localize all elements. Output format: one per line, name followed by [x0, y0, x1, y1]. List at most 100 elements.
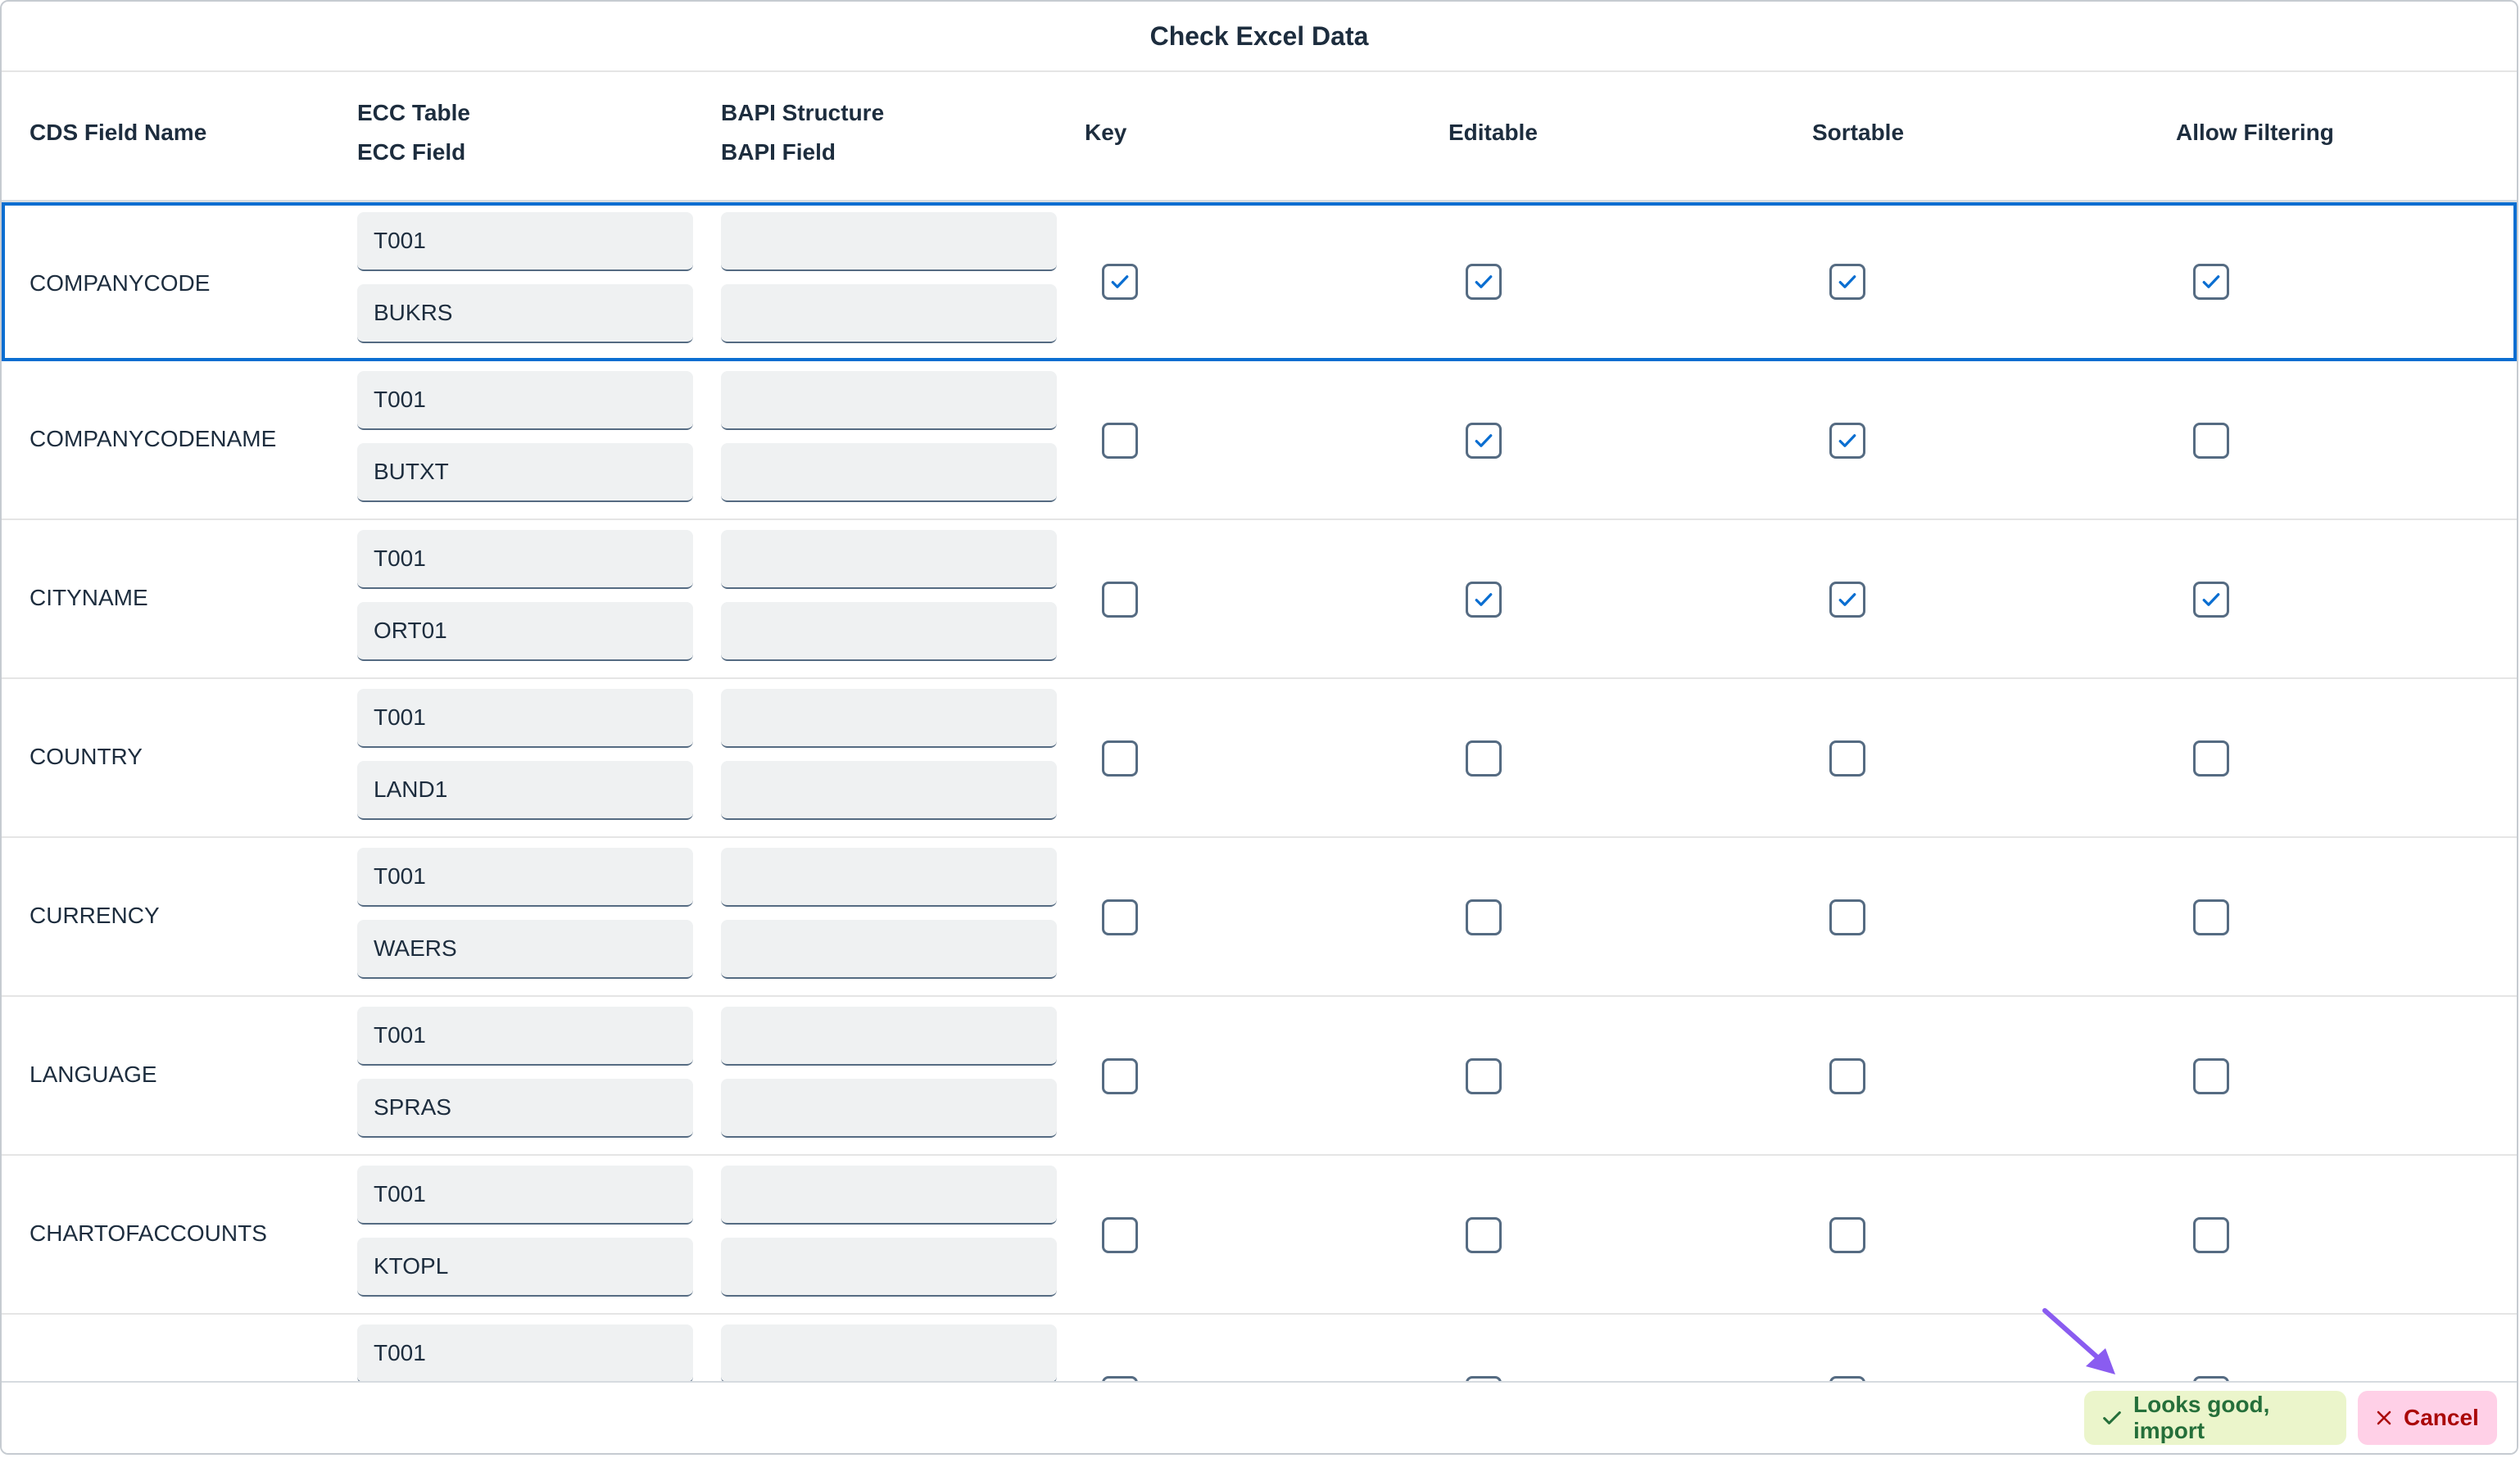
cds-field-name: COUNTRY — [29, 744, 143, 769]
editable-checkbox[interactable] — [1466, 899, 1502, 935]
editable-checkbox[interactable] — [1466, 1058, 1502, 1094]
ecc-table-input[interactable]: T001 — [357, 689, 693, 748]
sortable-checkbox[interactable] — [1829, 899, 1865, 935]
key-checkbox[interactable] — [1102, 1058, 1138, 1094]
bapi-field-input[interactable] — [721, 284, 1057, 343]
checkmark-icon — [2202, 275, 2220, 288]
ecc-field-input[interactable]: SPRAS — [357, 1079, 693, 1138]
header-ecc-field: ECC Field — [357, 139, 466, 165]
cds-field-name: CURRENCY — [29, 903, 160, 928]
filter-checkbox[interactable] — [2193, 1217, 2229, 1253]
ecc-field-input[interactable]: WAERS — [357, 920, 693, 979]
key-checkbox[interactable] — [1102, 264, 1138, 300]
bapi-field-input[interactable] — [721, 920, 1057, 979]
cancel-button-label: Cancel — [2404, 1405, 2479, 1430]
ecc-table-input[interactable]: T001 — [357, 848, 693, 907]
key-checkbox[interactable] — [1102, 899, 1138, 935]
ecc-field-input[interactable]: BUTXT — [357, 443, 693, 502]
bapi-structure-input[interactable] — [721, 1324, 1057, 1383]
header-key: Key — [1085, 120, 1127, 145]
checkmark-icon — [1838, 593, 1856, 606]
editable-checkbox[interactable] — [1466, 1217, 1502, 1253]
table-row[interactable]: CURRENCY T001 WAERS — [2, 838, 2517, 997]
bapi-structure-input[interactable] — [721, 530, 1057, 589]
ecc-field-input[interactable]: ORT01 — [357, 602, 693, 661]
ecc-table-input[interactable]: T001 — [357, 1324, 693, 1383]
cancel-button[interactable]: Cancel — [2358, 1391, 2497, 1445]
ecc-table-input[interactable]: T001 — [357, 1166, 693, 1225]
bapi-field-input[interactable] — [721, 761, 1057, 820]
sortable-checkbox[interactable] — [1829, 582, 1865, 618]
editable-checkbox[interactable] — [1466, 264, 1502, 300]
editable-checkbox[interactable] — [1466, 740, 1502, 777]
ecc-field-input[interactable]: LAND1 — [357, 761, 693, 820]
key-checkbox[interactable] — [1102, 423, 1138, 459]
table-row[interactable]: COMPANYCODENAME T001 BUTXT — [2, 361, 2517, 520]
filter-checkbox[interactable] — [2193, 1058, 2229, 1094]
ecc-field-input[interactable]: BUKRS — [357, 284, 693, 343]
ecc-table-input[interactable]: T001 — [357, 212, 693, 271]
table-row[interactable]: COUNTRY T001 LAND1 — [2, 679, 2517, 838]
checkmark-icon — [1838, 275, 1856, 288]
sortable-checkbox[interactable] — [1829, 740, 1865, 777]
check-icon — [2101, 1406, 2123, 1429]
import-button-label: Looks good, import — [2133, 1392, 2270, 1443]
filter-checkbox[interactable] — [2193, 423, 2229, 459]
sortable-checkbox[interactable] — [1829, 1058, 1865, 1094]
cds-field-name: LANGUAGE — [29, 1062, 157, 1087]
filter-checkbox[interactable] — [2193, 740, 2229, 777]
dialog-footer: Looks good, import Cancel — [2, 1381, 2517, 1453]
header-bapi-field: BAPI Field — [721, 139, 836, 165]
header-bapi-structure: BAPI Structure — [721, 100, 885, 125]
sortable-checkbox[interactable] — [1829, 423, 1865, 459]
table-row[interactable]: T001 — [2, 1315, 2517, 1386]
bapi-structure-input[interactable] — [721, 1166, 1057, 1225]
bapi-field-input[interactable] — [721, 443, 1057, 502]
checkmark-icon — [1475, 275, 1493, 288]
table-row[interactable]: CHARTOFACCOUNTS T001 KTOPL — [2, 1156, 2517, 1315]
sortable-checkbox[interactable] — [1829, 264, 1865, 300]
key-checkbox[interactable] — [1102, 740, 1138, 777]
table-row[interactable]: LANGUAGE T001 SPRAS — [2, 997, 2517, 1156]
header-ecc-table: ECC Table — [357, 100, 470, 125]
bapi-field-input[interactable] — [721, 1079, 1057, 1138]
cds-field-name: COMPANYCODENAME — [29, 426, 277, 451]
editable-checkbox[interactable] — [1466, 582, 1502, 618]
filter-checkbox[interactable] — [2193, 582, 2229, 618]
ecc-table-input[interactable]: T001 — [357, 530, 693, 589]
bapi-structure-input[interactable] — [721, 371, 1057, 430]
header-sortable: Sortable — [1812, 120, 1905, 145]
bapi-structure-input[interactable] — [721, 689, 1057, 748]
checkmark-icon — [2202, 593, 2220, 606]
key-checkbox[interactable] — [1102, 1217, 1138, 1253]
dialog-title: Check Excel Data — [1149, 20, 1369, 51]
mapping-table: CDS Field Name ECC Table ECC Field BAPI … — [2, 72, 2517, 1386]
checkmark-icon — [1838, 434, 1856, 447]
ecc-table-input[interactable]: T001 — [357, 371, 693, 430]
dialog-header: Check Excel Data — [2, 2, 2517, 72]
header-allow-filtering: Allow Filtering — [2176, 120, 2334, 145]
bapi-field-input[interactable] — [721, 602, 1057, 661]
cds-field-name: COMPANYCODE — [29, 270, 211, 296]
ecc-field-input[interactable]: KTOPL — [357, 1238, 693, 1297]
filter-checkbox[interactable] — [2193, 264, 2229, 300]
arrow-icon — [2042, 1308, 2115, 1374]
import-button[interactable]: Looks good, import — [2084, 1391, 2346, 1445]
sortable-checkbox[interactable] — [1829, 1217, 1865, 1253]
checkmark-icon — [1475, 434, 1493, 447]
bapi-structure-input[interactable] — [721, 212, 1057, 271]
cds-field-name: CITYNAME — [29, 585, 148, 610]
filter-checkbox[interactable] — [2193, 899, 2229, 935]
checkmark-icon — [1111, 275, 1129, 288]
header-editable: Editable — [1448, 120, 1538, 145]
table-row[interactable]: CITYNAME T001 ORT01 — [2, 520, 2517, 679]
bapi-structure-input[interactable] — [721, 1007, 1057, 1066]
editable-checkbox[interactable] — [1466, 423, 1502, 459]
ecc-table-input[interactable]: T001 — [357, 1007, 693, 1066]
key-checkbox[interactable] — [1102, 582, 1138, 618]
bapi-field-input[interactable] — [721, 1238, 1057, 1297]
bapi-structure-input[interactable] — [721, 848, 1057, 907]
table-row[interactable]: COMPANYCODE T001 BUKRS — [2, 202, 2517, 361]
table-header-row: CDS Field Name ECC Table ECC Field BAPI … — [2, 72, 2517, 202]
check-excel-dialog: Check Excel Data CDS Field Name ECC Tabl… — [0, 0, 2518, 1455]
